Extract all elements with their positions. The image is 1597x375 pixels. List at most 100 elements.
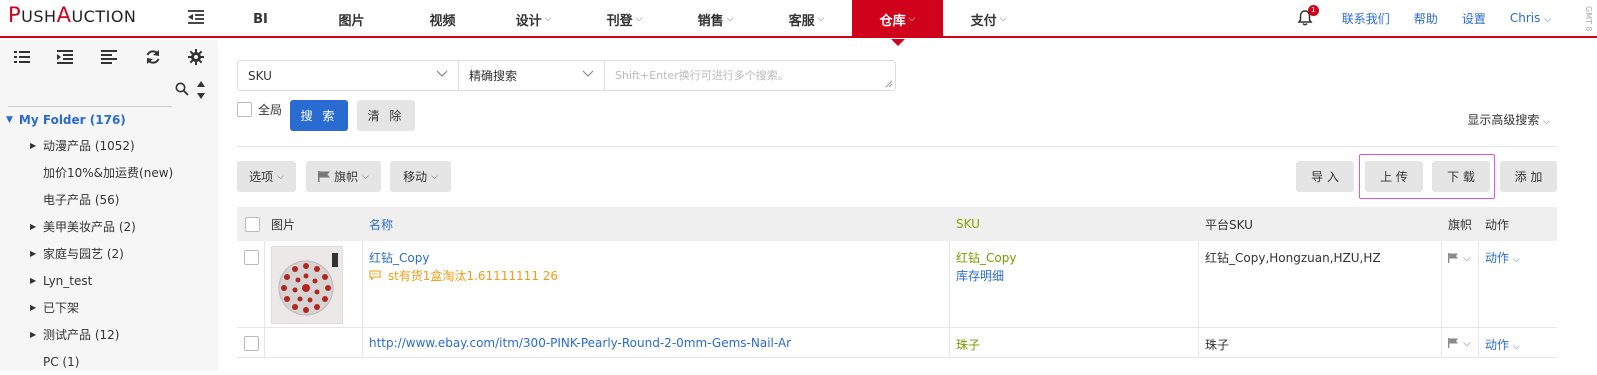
folder-root[interactable]: ▼ My Folder (176) — [0, 108, 218, 132]
nav-bi[interactable]: BI — [215, 0, 306, 38]
advanced-search-toggle[interactable]: 显示高级搜索 ⌵ — [1467, 111, 1550, 128]
caret-down-icon: ▼ — [6, 115, 13, 125]
sidebar-toolbar — [0, 40, 218, 74]
product-note: st有货1盒淘汰1.61111111 26 — [369, 267, 558, 284]
options-button[interactable]: 选项 ⌵ — [237, 161, 296, 192]
search-input[interactable] — [605, 61, 895, 90]
table-header: 图片 名称 SKU 平台SKU 旗帜 动作 — [237, 207, 1557, 241]
nav-warehouse[interactable]: 仓库 ⌵ — [852, 0, 943, 46]
flag-icon — [1448, 253, 1458, 263]
import-button[interactable]: 导 入 — [1296, 161, 1354, 192]
folder-item[interactable]: 电子产品 (56) — [0, 186, 218, 213]
nav-listing[interactable]: 刊登 ⌵ — [579, 0, 670, 38]
comment-icon — [369, 270, 381, 281]
sku-cell: 珠子 — [950, 328, 1199, 357]
nav-design[interactable]: 设计 ⌵ — [488, 0, 579, 38]
notification-bell-icon[interactable]: 1 — [1296, 5, 1319, 27]
header-sku[interactable]: SKU — [950, 207, 1199, 241]
chevron-down-icon: ⌵ — [362, 171, 369, 182]
chevron-down-icon: ⌵ — [431, 171, 438, 182]
nav-payment[interactable]: 支付 ⌵ — [943, 0, 1034, 38]
folder-item[interactable]: ▶ 测试产品 (12) — [0, 321, 218, 348]
list-view-icon[interactable] — [0, 40, 44, 74]
main-nav: BI 图片 视频 设计 ⌵ 刊登 ⌵ 销售 ⌵ 客服 ⌵ 仓库 ⌵ 支付 ⌵ — [215, 0, 1034, 46]
select-all-checkbox[interactable] — [245, 216, 260, 232]
nav-customer-service[interactable]: 客服 ⌵ — [761, 0, 852, 38]
clear-button[interactable]: 清 除 — [357, 100, 415, 131]
indent-icon[interactable] — [44, 40, 88, 74]
search-button[interactable]: 搜 索 — [290, 100, 348, 131]
row-action-menu[interactable]: 动作 ⌵ — [1485, 336, 1520, 353]
chevron-down-icon: ⌵ — [817, 14, 825, 24]
user-menu[interactable]: Chris ⌵ — [1510, 11, 1551, 25]
folder-item[interactable]: 加价10%&加运费(new) — [0, 159, 218, 186]
row-checkbox[interactable] — [244, 250, 259, 265]
timezone-label: GMT 8 — [1584, 6, 1593, 32]
chevron-down-icon: ⌵ — [1544, 15, 1551, 25]
settings-link[interactable]: 设置 — [1462, 10, 1486, 27]
sku-link[interactable]: 红钻_Copy — [956, 249, 1016, 266]
flag-cell[interactable]: ⌵ — [1442, 241, 1479, 327]
action-cell: 动作 ⌵ — [1479, 328, 1557, 357]
chevron-down-icon: ⌵ — [635, 14, 643, 24]
row-checkbox[interactable] — [244, 336, 259, 351]
sidebar-divider — [8, 106, 172, 107]
header-flag: 旗帜 — [1448, 217, 1473, 232]
image-cell — [265, 241, 363, 327]
chevron-down-icon: ⌵ — [726, 14, 734, 24]
nav-images[interactable]: 图片 — [306, 0, 397, 38]
folder-tree: ▼ My Folder (176) ▶ 动漫产品 (1052) 加价10%&加运费(… — [0, 108, 218, 375]
folder-item[interactable]: ▶ 美甲美妆产品 (2) — [0, 213, 218, 240]
folder-item[interactable]: ▶ 家庭与园艺 (2) — [0, 240, 218, 267]
caret-right-icon: ▶ — [30, 276, 37, 285]
chevron-down-icon: ⌵ — [1512, 255, 1520, 265]
header-name[interactable]: 名称 — [363, 207, 950, 241]
menu-collapse-icon[interactable] — [186, 8, 206, 26]
add-button[interactable]: 添 加 — [1500, 161, 1557, 192]
chevron-down-icon: ⌵ — [908, 14, 916, 24]
search-field-select[interactable]: SKU — [238, 61, 459, 90]
move-button[interactable]: 移动 ⌵ — [390, 161, 451, 192]
align-left-icon[interactable] — [87, 40, 131, 74]
products-table: 图片 名称 SKU 平台SKU 旗帜 动作 红钻_Copy st有货1盒淘汰1.… — [237, 207, 1557, 358]
sku-cell: 红钻_Copy 库存明细 — [950, 241, 1199, 327]
pushauction-logo[interactable]: PUSHAUCTION — [8, 3, 136, 27]
select-all-cell — [237, 207, 265, 241]
chevron-down-icon: ⌵ — [1463, 338, 1471, 349]
chevron-down-icon — [582, 70, 594, 77]
refresh-icon[interactable] — [131, 40, 175, 74]
global-option: 全局 — [237, 101, 282, 118]
table-row: http://www.ebay.com/itm/300-PINK-Pearly-… — [237, 328, 1557, 358]
folder-search-icon[interactable] — [175, 82, 189, 99]
platform-sku-cell: 珠子 — [1199, 328, 1442, 357]
flag-button[interactable]: 旗帜 ⌵ — [306, 161, 381, 192]
flag-cell[interactable]: ⌵ — [1442, 328, 1479, 357]
chevron-down-icon: ⌵ — [1463, 253, 1471, 264]
nav-videos[interactable]: 视频 — [397, 0, 488, 38]
upload-download-highlight — [1359, 154, 1495, 199]
product-thumbnail[interactable] — [271, 246, 343, 324]
folder-item[interactable]: ▶ 动漫产品 (1052) — [0, 132, 218, 159]
product-name-link[interactable]: http://www.ebay.com/itm/300-PINK-Pearly-… — [369, 336, 791, 350]
row-action-menu[interactable]: 动作 ⌵ — [1485, 249, 1520, 266]
product-name-link[interactable]: 红钻_Copy — [369, 249, 429, 266]
row-select-cell — [237, 328, 265, 357]
global-checkbox[interactable] — [237, 102, 252, 117]
folder-item[interactable]: ▶ 已下架 — [0, 294, 218, 321]
header-platform-sku: 平台SKU — [1205, 217, 1253, 232]
stock-detail-link[interactable]: 库存明细 — [956, 267, 1004, 284]
contact-us-link[interactable]: 联系我们 — [1342, 10, 1390, 27]
sort-icon[interactable] — [196, 80, 206, 103]
search-mode-select[interactable]: 精确搜索 — [459, 61, 605, 90]
action-cell: 动作 ⌵ — [1479, 241, 1557, 327]
nav-sales[interactable]: 销售 ⌵ — [670, 0, 761, 38]
gear-icon[interactable] — [174, 40, 218, 74]
folder-item[interactable]: ▶ Lyn_test — [0, 267, 218, 294]
name-cell: http://www.ebay.com/itm/300-PINK-Pearly-… — [363, 328, 950, 357]
row-select-cell — [237, 241, 265, 327]
resize-handle-icon[interactable] — [885, 80, 893, 88]
help-link[interactable]: 帮助 — [1414, 10, 1438, 27]
folder-sidebar: ▼ My Folder (176) ▶ 动漫产品 (1052) 加价10%&加运费(… — [0, 40, 218, 371]
sku-link[interactable]: 珠子 — [956, 336, 980, 353]
caret-right-icon: ▶ — [30, 249, 37, 258]
